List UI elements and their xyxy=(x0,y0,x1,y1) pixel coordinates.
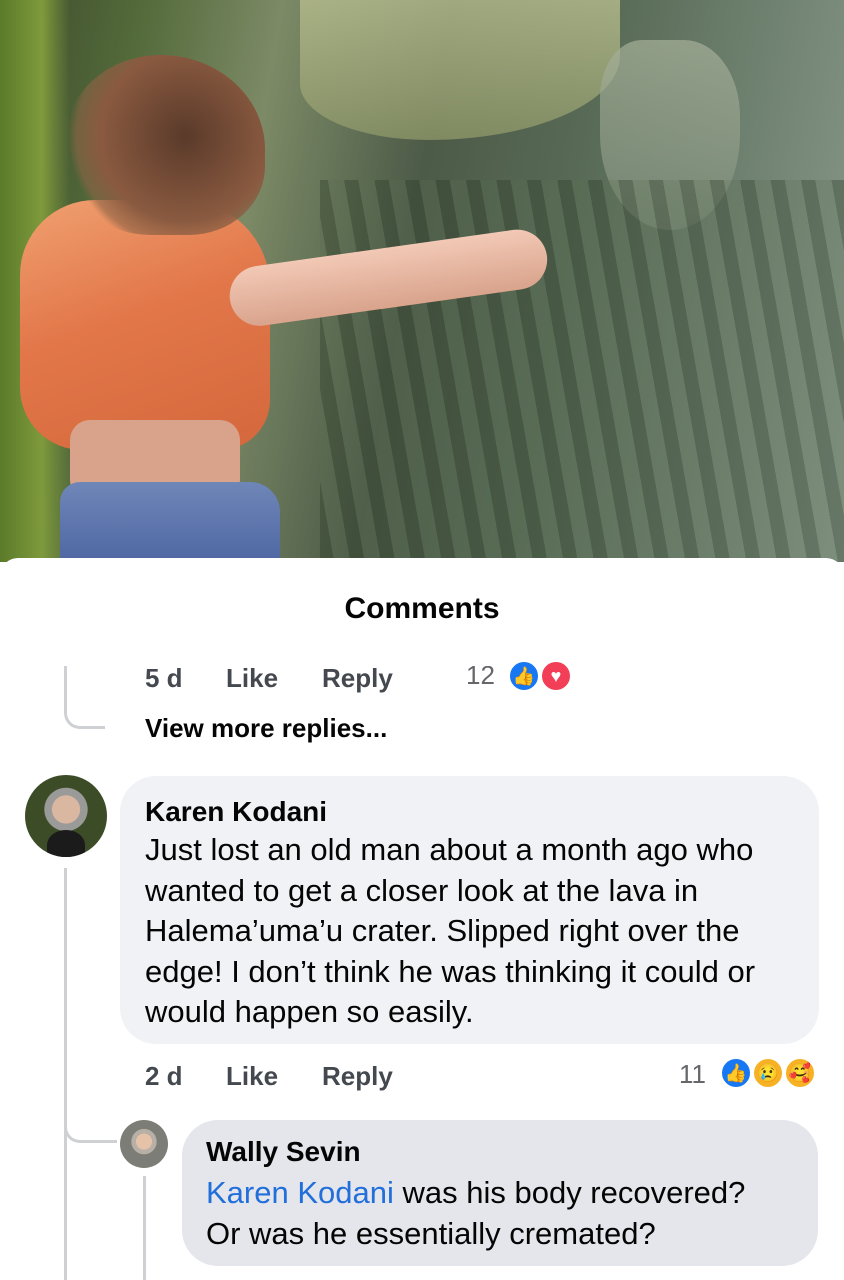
reply-time: 5 d xyxy=(145,663,183,693)
comments-title: Comments xyxy=(344,592,500,625)
person-shirt xyxy=(20,200,270,450)
thread-line xyxy=(143,1176,146,1280)
comment-line: Halema’uma’u crater. Slipped right over … xyxy=(145,913,740,948)
comment-line: wanted to get a closer look at the lava … xyxy=(145,872,699,908)
comment-author[interactable]: Karen Kodani xyxy=(145,796,327,828)
comment-time: 2 d xyxy=(145,1061,183,1091)
person-jeans xyxy=(60,482,280,562)
sad-icon: 😢 xyxy=(752,1057,784,1089)
like-icon: 👍 xyxy=(508,660,540,692)
reply-line: Karen Kodani was his body recovered? xyxy=(206,1173,745,1214)
comment-bubble: Karen Kodani Just lost an old man about … xyxy=(120,776,819,1044)
reaction-count[interactable]: 11 xyxy=(679,1059,706,1090)
avatar[interactable] xyxy=(120,1120,168,1168)
valley-ridges xyxy=(320,180,844,562)
reply-bubble: Wally Sevin Karen Kodani was his body re… xyxy=(182,1120,818,1266)
reply-line: Or was he essentially cremated? xyxy=(206,1215,656,1251)
comment-line: would happen so easily. xyxy=(145,994,474,1029)
comment-line: Just lost an old man about a month ago w… xyxy=(145,832,754,867)
scroll-mask xyxy=(0,640,844,666)
thread-line xyxy=(64,666,67,696)
view-more-replies-link[interactable]: View more replies... xyxy=(145,713,387,744)
person-hair xyxy=(65,55,265,235)
video-frame[interactable] xyxy=(0,0,844,562)
reply-button[interactable]: Reply xyxy=(322,1061,393,1092)
comment-text: Just lost an old man about a month ago w… xyxy=(145,830,755,1033)
comment-line: edge! I don’t think he was thinking it c… xyxy=(145,953,756,989)
thread-line xyxy=(64,868,67,1280)
mention-link[interactable]: Karen Kodani xyxy=(206,1175,394,1210)
love-icon: ♥ xyxy=(540,660,572,692)
like-button[interactable]: Like xyxy=(226,663,278,694)
reply-text: Karen Kodani was his body recovered? Or … xyxy=(206,1173,745,1254)
reply-author[interactable]: Wally Sevin xyxy=(206,1136,361,1168)
care-icon: 🥰 xyxy=(784,1057,816,1089)
like-icon: 👍 xyxy=(720,1057,752,1089)
thread-connector xyxy=(64,1100,117,1143)
cliff-rock xyxy=(300,0,620,140)
like-button[interactable]: Like xyxy=(226,1061,278,1092)
thread-connector xyxy=(64,668,105,729)
reply-text-rest: was his body recovered? xyxy=(393,1175,746,1210)
avatar[interactable] xyxy=(25,775,107,857)
reply-button[interactable]: Reply xyxy=(322,663,393,694)
